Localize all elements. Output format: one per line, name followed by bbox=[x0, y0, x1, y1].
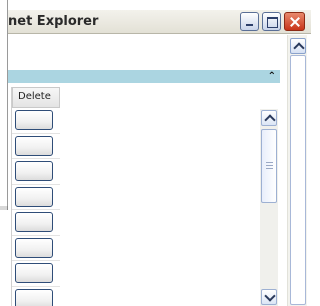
background-window-edge bbox=[0, 0, 8, 208]
table-row bbox=[12, 134, 60, 159]
delete-button[interactable] bbox=[15, 288, 53, 306]
table-row bbox=[12, 159, 60, 185]
table-row bbox=[12, 236, 60, 261]
page-scroll-thumb[interactable] bbox=[290, 55, 306, 305]
delete-button[interactable] bbox=[15, 237, 53, 258]
table-row bbox=[12, 210, 60, 236]
delete-button[interactable] bbox=[15, 186, 53, 207]
grid-scrollbar[interactable] bbox=[260, 109, 278, 306]
title-bar[interactable]: net Explorer bbox=[8, 10, 311, 34]
delete-button[interactable] bbox=[15, 110, 53, 130]
delete-button[interactable] bbox=[15, 263, 53, 283]
table-row bbox=[12, 108, 60, 134]
table-row bbox=[12, 185, 60, 210]
table-row bbox=[12, 261, 60, 287]
scroll-up-arrow-icon[interactable] bbox=[261, 110, 277, 126]
double-chevron-up-icon[interactable]: ⌃ bbox=[268, 70, 276, 83]
grid-rows bbox=[12, 108, 60, 306]
page-content: ⌃ Delete bbox=[8, 35, 287, 306]
close-icon[interactable] bbox=[284, 12, 305, 31]
panel-header[interactable]: ⌃ bbox=[8, 70, 280, 83]
window-title: net Explorer bbox=[8, 14, 99, 29]
delete-button[interactable] bbox=[15, 212, 53, 232]
grid-scroll-thumb[interactable] bbox=[261, 129, 277, 203]
background-window-corner bbox=[0, 206, 8, 210]
scroll-down-arrow-icon[interactable] bbox=[261, 289, 277, 305]
data-grid: Delete bbox=[8, 87, 262, 306]
scroll-up-arrow-icon[interactable] bbox=[290, 38, 306, 54]
table-row bbox=[12, 287, 60, 306]
delete-button[interactable] bbox=[15, 135, 53, 156]
page-scrollbar[interactable] bbox=[287, 35, 307, 306]
delete-button[interactable] bbox=[15, 161, 53, 181]
maximize-icon[interactable] bbox=[262, 12, 281, 31]
column-header-delete[interactable]: Delete bbox=[12, 87, 60, 108]
grip-icon bbox=[266, 162, 273, 169]
minimize-icon[interactable] bbox=[240, 12, 259, 31]
